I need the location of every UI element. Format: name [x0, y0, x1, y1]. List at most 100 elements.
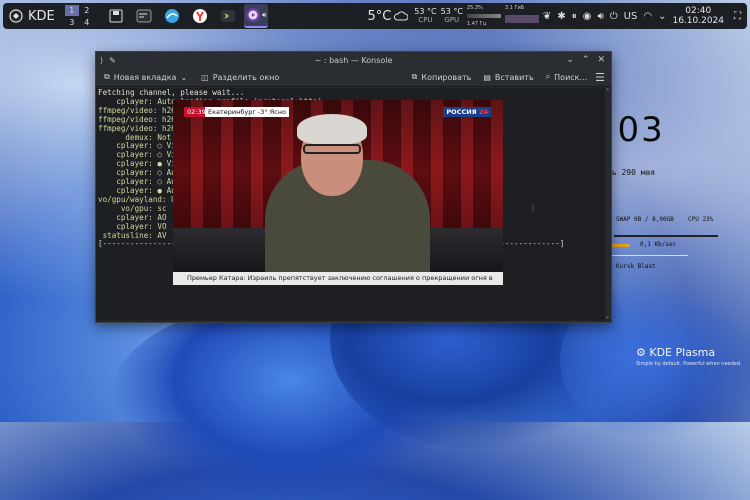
- search-icon: ⌕: [545, 72, 551, 81]
- terminal-app-icon: [136, 9, 152, 23]
- window-title: ~ : bash — Konsole: [314, 55, 393, 65]
- hamburger-menu-button[interactable]: ☰: [595, 71, 605, 84]
- browser-icon: [164, 9, 179, 23]
- pager-desktop-3[interactable]: 3: [65, 17, 79, 28]
- volume-indicator-icon: 🔊︎: [262, 10, 267, 19]
- pager-desktop-2[interactable]: 2: [80, 5, 94, 16]
- maximize-icon[interactable]: ⌃: [582, 55, 590, 65]
- conky-cpu: CPU 23%: [688, 216, 714, 223]
- pager-desktop-4[interactable]: 4: [80, 17, 94, 28]
- record-icon[interactable]: ◉: [583, 11, 592, 22]
- memory-usage-graph[interactable]: 3.1 ГиБ: [504, 5, 539, 27]
- konsole-titlebar[interactable]: ⟩ ✎ ~ : bash — Konsole ⌄ ⌃ ✕: [96, 52, 611, 68]
- conky-date: нь 290 мая: [607, 168, 656, 177]
- kde-plasma-logo: ⚙︎ KDE Plasma Simple by default. Powerfu…: [636, 346, 742, 367]
- media-player-icon: [246, 8, 261, 22]
- kde-plasma-tagline: Simple by default. Powerful when needed.: [636, 361, 742, 367]
- split-view-button[interactable]: ◫ Разделить окно: [201, 73, 279, 82]
- save-icon: [109, 9, 123, 23]
- conky-swap: SWAP 0B / 8,00GB: [616, 216, 674, 223]
- weather-temperature: 5°C: [367, 8, 392, 24]
- taskbar-item-save[interactable]: [104, 4, 128, 28]
- paste-icon: ▤: [483, 72, 491, 82]
- konsole-toolbar: ⧉ Новая вкладка ⌄ ◫ Разделить окно ⧉ Коп…: [96, 68, 611, 87]
- copy-label: Копировать: [421, 72, 472, 82]
- digital-clock[interactable]: 02:40 16.10.2024: [672, 6, 724, 26]
- launcher-label: KDE: [28, 8, 55, 24]
- mouse-cursor: [532, 204, 534, 212]
- wifi-icon[interactable]: ◠: [643, 11, 652, 22]
- presenter-hair: [297, 114, 367, 144]
- video-player-window[interactable]: 02:39 Екатеринбург -3° Ясно РОССИЯ 24 Пр…: [173, 100, 503, 285]
- new-tab-icon: ⧉: [104, 72, 110, 81]
- cpu-temp-value: 53 °C: [414, 7, 437, 16]
- taskbar-item-browser[interactable]: [160, 4, 184, 28]
- scroll-down-icon[interactable]: ⌄: [605, 313, 610, 320]
- system-tray: ❦ ✱ ⏸︎ ◉ 🔊︎ ⏻ US ◠ ⌄: [543, 11, 667, 22]
- chevron-down-icon[interactable]: ⌄: [658, 11, 666, 22]
- split-label: Разделить окно: [212, 72, 280, 82]
- memory-usage-bar: [504, 15, 539, 23]
- conky-clock: :03: [604, 110, 665, 150]
- virtual-desktop-pager[interactable]: 1 2 3 4: [64, 4, 94, 28]
- gpu-temp-sensor[interactable]: 53 °C GPU: [440, 7, 463, 25]
- fullscreen-icon[interactable]: ⛶: [734, 11, 741, 22]
- menu-icon: ☰: [595, 70, 605, 84]
- cloud-icon: [394, 11, 409, 21]
- conky-divider: [612, 255, 688, 256]
- conky-swap-bar: [614, 235, 718, 237]
- paste-button[interactable]: ▤ Вставить: [483, 73, 533, 82]
- top-panel: KDE 1 2 3 4 🔊︎ 5°C 53 °C CPU 53 °C GPU 2…: [3, 3, 747, 29]
- leaf-icon[interactable]: ❦: [543, 11, 551, 22]
- weather-widget[interactable]: 5°C: [367, 8, 409, 24]
- taskbar-item-yandex[interactable]: [188, 4, 212, 28]
- chevron-down-icon: ⌄: [180, 72, 188, 82]
- clock-date: 16.10.2024: [672, 16, 724, 26]
- new-tab-button[interactable]: ⧉ Новая вкладка ⌄: [104, 72, 187, 82]
- copy-button[interactable]: ⧉ Копировать: [412, 72, 472, 82]
- cpu-temp-label: CPU: [418, 16, 433, 24]
- application-launcher[interactable]: KDE: [3, 3, 61, 29]
- pause-icon[interactable]: ⏸︎: [572, 11, 577, 22]
- search-label: Поиск...: [554, 72, 588, 82]
- conky-user: Kursk Blast: [616, 263, 656, 270]
- volume-icon[interactable]: 🔊︎: [597, 11, 603, 22]
- clock-time: 02:40: [685, 6, 712, 16]
- channel-name: РОССИЯ: [446, 108, 477, 116]
- kde-gear-icon: ⚙︎: [636, 346, 646, 359]
- conky-net-bar: [612, 244, 630, 247]
- paste-label: Вставить: [494, 72, 534, 82]
- console-icon: [220, 10, 235, 22]
- taskbar-item-konsole[interactable]: [216, 4, 240, 28]
- channel-number: 24: [478, 108, 488, 116]
- conky-net: 0,1 Kb/sec: [640, 241, 677, 248]
- bluetooth-icon[interactable]: ✱: [557, 11, 565, 22]
- split-icon: ◫: [201, 72, 209, 82]
- cpu-usage-graph[interactable]: 25.3% 1.47 Гц: [466, 5, 501, 27]
- broadcast-location-chip: Екатеринбург -3° Ясно: [205, 107, 289, 117]
- cpu-usage-percent: 25.3%: [466, 5, 483, 11]
- terminal-scrollbar[interactable]: ⌃ ⌄: [605, 88, 611, 320]
- cpu-temp-sensor[interactable]: 53 °C CPU: [414, 7, 437, 25]
- taskbar-item-system-monitor[interactable]: [132, 4, 156, 28]
- new-tab-label: Новая вкладка: [113, 72, 177, 82]
- cpu-usage-bar: [466, 14, 501, 18]
- memory-usage-value: 3.1 ГиБ: [504, 5, 525, 11]
- cpu-frequency: 1.47 Гц: [466, 21, 487, 27]
- search-button[interactable]: ⌕ Поиск...: [546, 72, 587, 82]
- scroll-up-icon[interactable]: ⌃: [605, 88, 610, 95]
- presenter-glasses: [303, 144, 361, 154]
- keyboard-layout[interactable]: US: [624, 11, 638, 22]
- minimize-icon[interactable]: ⌄: [566, 55, 574, 65]
- pager-desktop-1[interactable]: 1: [64, 4, 79, 16]
- kde-plasma-title: KDE Plasma: [649, 346, 716, 359]
- power-icon[interactable]: ⏻: [610, 11, 618, 22]
- taskbar-item-mpv[interactable]: 🔊︎: [243, 4, 268, 28]
- channel-logo: РОССИЯ 24: [443, 107, 491, 117]
- kde-launcher-icon: [9, 9, 23, 23]
- copy-icon: ⧉: [411, 72, 418, 81]
- yandex-icon: [192, 9, 207, 23]
- gpu-temp-label: GPU: [444, 16, 460, 24]
- close-icon[interactable]: ✕: [597, 55, 605, 65]
- gpu-temp-value: 53 °C: [440, 7, 463, 16]
